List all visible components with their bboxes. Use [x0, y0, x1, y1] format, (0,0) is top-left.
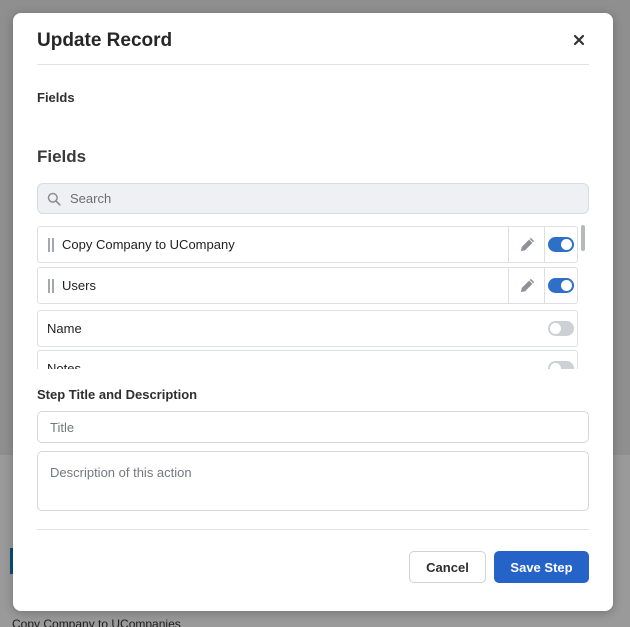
- drag-handle-icon[interactable]: [48, 238, 54, 252]
- field-row-users[interactable]: Users: [37, 267, 578, 304]
- cancel-button[interactable]: Cancel: [409, 551, 486, 583]
- field-row-copy-company[interactable]: Copy Company to UCompany: [37, 226, 578, 263]
- search-input[interactable]: [70, 184, 580, 213]
- fields-breadcrumb: Fields: [37, 90, 75, 105]
- pencil-icon: [520, 278, 535, 293]
- title-input[interactable]: [37, 411, 589, 443]
- field-toggle[interactable]: [548, 278, 574, 293]
- field-toggle[interactable]: [548, 321, 574, 336]
- field-label: Copy Company to UCompany: [62, 237, 235, 252]
- search-box: [37, 183, 589, 214]
- header-divider: [37, 64, 589, 65]
- field-label: Notes: [47, 361, 81, 369]
- fields-list: Copy Company to UCompany Users Name Note…: [37, 225, 589, 369]
- background-caption: Copy Company to UCompanies: [12, 617, 181, 627]
- search-icon: [47, 192, 61, 206]
- fields-scrollbar[interactable]: [579, 225, 587, 369]
- save-step-button[interactable]: Save Step: [494, 551, 589, 583]
- pencil-icon: [520, 237, 535, 252]
- fields-heading: Fields: [37, 147, 87, 166]
- description-input[interactable]: [37, 451, 589, 511]
- field-label: Users: [62, 278, 96, 293]
- close-icon[interactable]: [571, 32, 587, 48]
- edit-button[interactable]: [508, 227, 545, 262]
- update-record-modal: Update Record Fields Fields Copy Company…: [13, 13, 613, 611]
- drag-handle-icon[interactable]: [48, 279, 54, 293]
- footer-divider: [37, 529, 589, 530]
- scrollbar-thumb[interactable]: [581, 225, 585, 251]
- field-toggle[interactable]: [548, 361, 574, 369]
- field-row-notes[interactable]: Notes: [37, 350, 578, 369]
- step-title-heading: Step Title and Description: [37, 387, 198, 402]
- edit-button[interactable]: [508, 268, 545, 303]
- modal-title: Update Record: [37, 30, 173, 51]
- field-row-name[interactable]: Name: [37, 310, 578, 347]
- field-label: Name: [47, 321, 82, 336]
- field-toggle[interactable]: [548, 237, 574, 252]
